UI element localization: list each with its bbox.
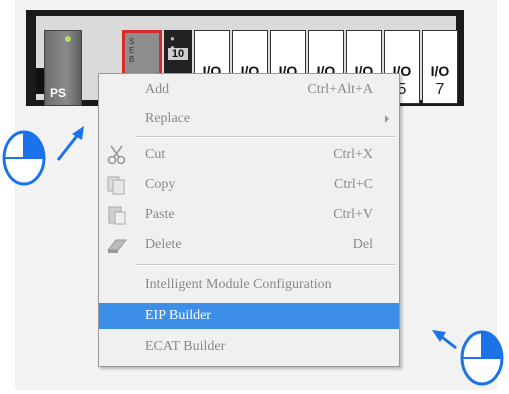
cpu-led-e: E [129,46,135,55]
ps-label: PS [50,86,67,100]
context-menu: Add Ctrl+Alt+A Replace Cut Ctrl+X Copy C… [98,73,400,367]
menu-item-label: Intelligent Module Configuration [145,277,332,292]
menu-item-label: Replace [145,111,191,126]
menu-item-ecat-builder[interactable]: ECAT Builder [99,334,399,360]
menu-item-label: Copy [145,177,176,192]
menu-item-delete[interactable]: Delete Del [99,232,399,258]
scissors-icon [106,145,128,165]
menu-item-label: Cut [145,147,166,162]
menu-item-replace[interactable]: Replace [99,106,399,132]
io-number: 7 [435,81,445,98]
power-supply-module[interactable]: PS [44,30,82,106]
slot-number: 10 [168,48,188,60]
submenu-arrow-icon [385,115,389,123]
menu-item-shortcut: Ctrl+X [333,147,373,162]
menu-item-shortcut: Del [352,237,373,252]
menu-separator [135,136,395,138]
cpu-led-panel: S E B [129,37,134,64]
menu-item-shortcut: Ctrl+V [333,207,373,222]
menu-item-eip-builder[interactable]: EIP Builder [99,303,399,329]
menu-item-label: Add [145,82,170,97]
menu-item-intelligent-module-configuration[interactable]: Intelligent Module Configuration [99,272,399,298]
menu-item-paste[interactable]: Paste Ctrl+V [99,202,399,228]
mouse-right-click-icon [432,330,504,386]
cpu-led-b: B [129,55,135,64]
menu-item-cut[interactable]: Cut Ctrl+X [99,142,399,168]
io-label: I/O [430,63,450,79]
menu-item-copy[interactable]: Copy Ctrl+C [99,172,399,198]
power-led-icon [65,36,71,42]
menu-item-shortcut: Ctrl+C [333,177,373,192]
rack-end-tab [36,68,44,94]
paste-icon [106,205,128,225]
menu-item-label: ECAT Builder [145,339,226,354]
eraser-icon [106,235,128,255]
io-module[interactable]: I/O 7 [422,30,458,104]
menu-item-label: Paste [145,207,175,222]
menu-item-shortcut: Ctrl+Alt+A [307,82,373,97]
menu-item-label: EIP Builder [145,308,211,323]
copy-icon [106,175,128,195]
menu-item-add[interactable]: Add Ctrl+Alt+A [99,77,399,103]
menu-separator [135,264,395,266]
mouse-left-click-icon [2,126,84,186]
cpu-led-s: S [129,37,135,46]
menu-item-label: Delete [145,237,182,252]
